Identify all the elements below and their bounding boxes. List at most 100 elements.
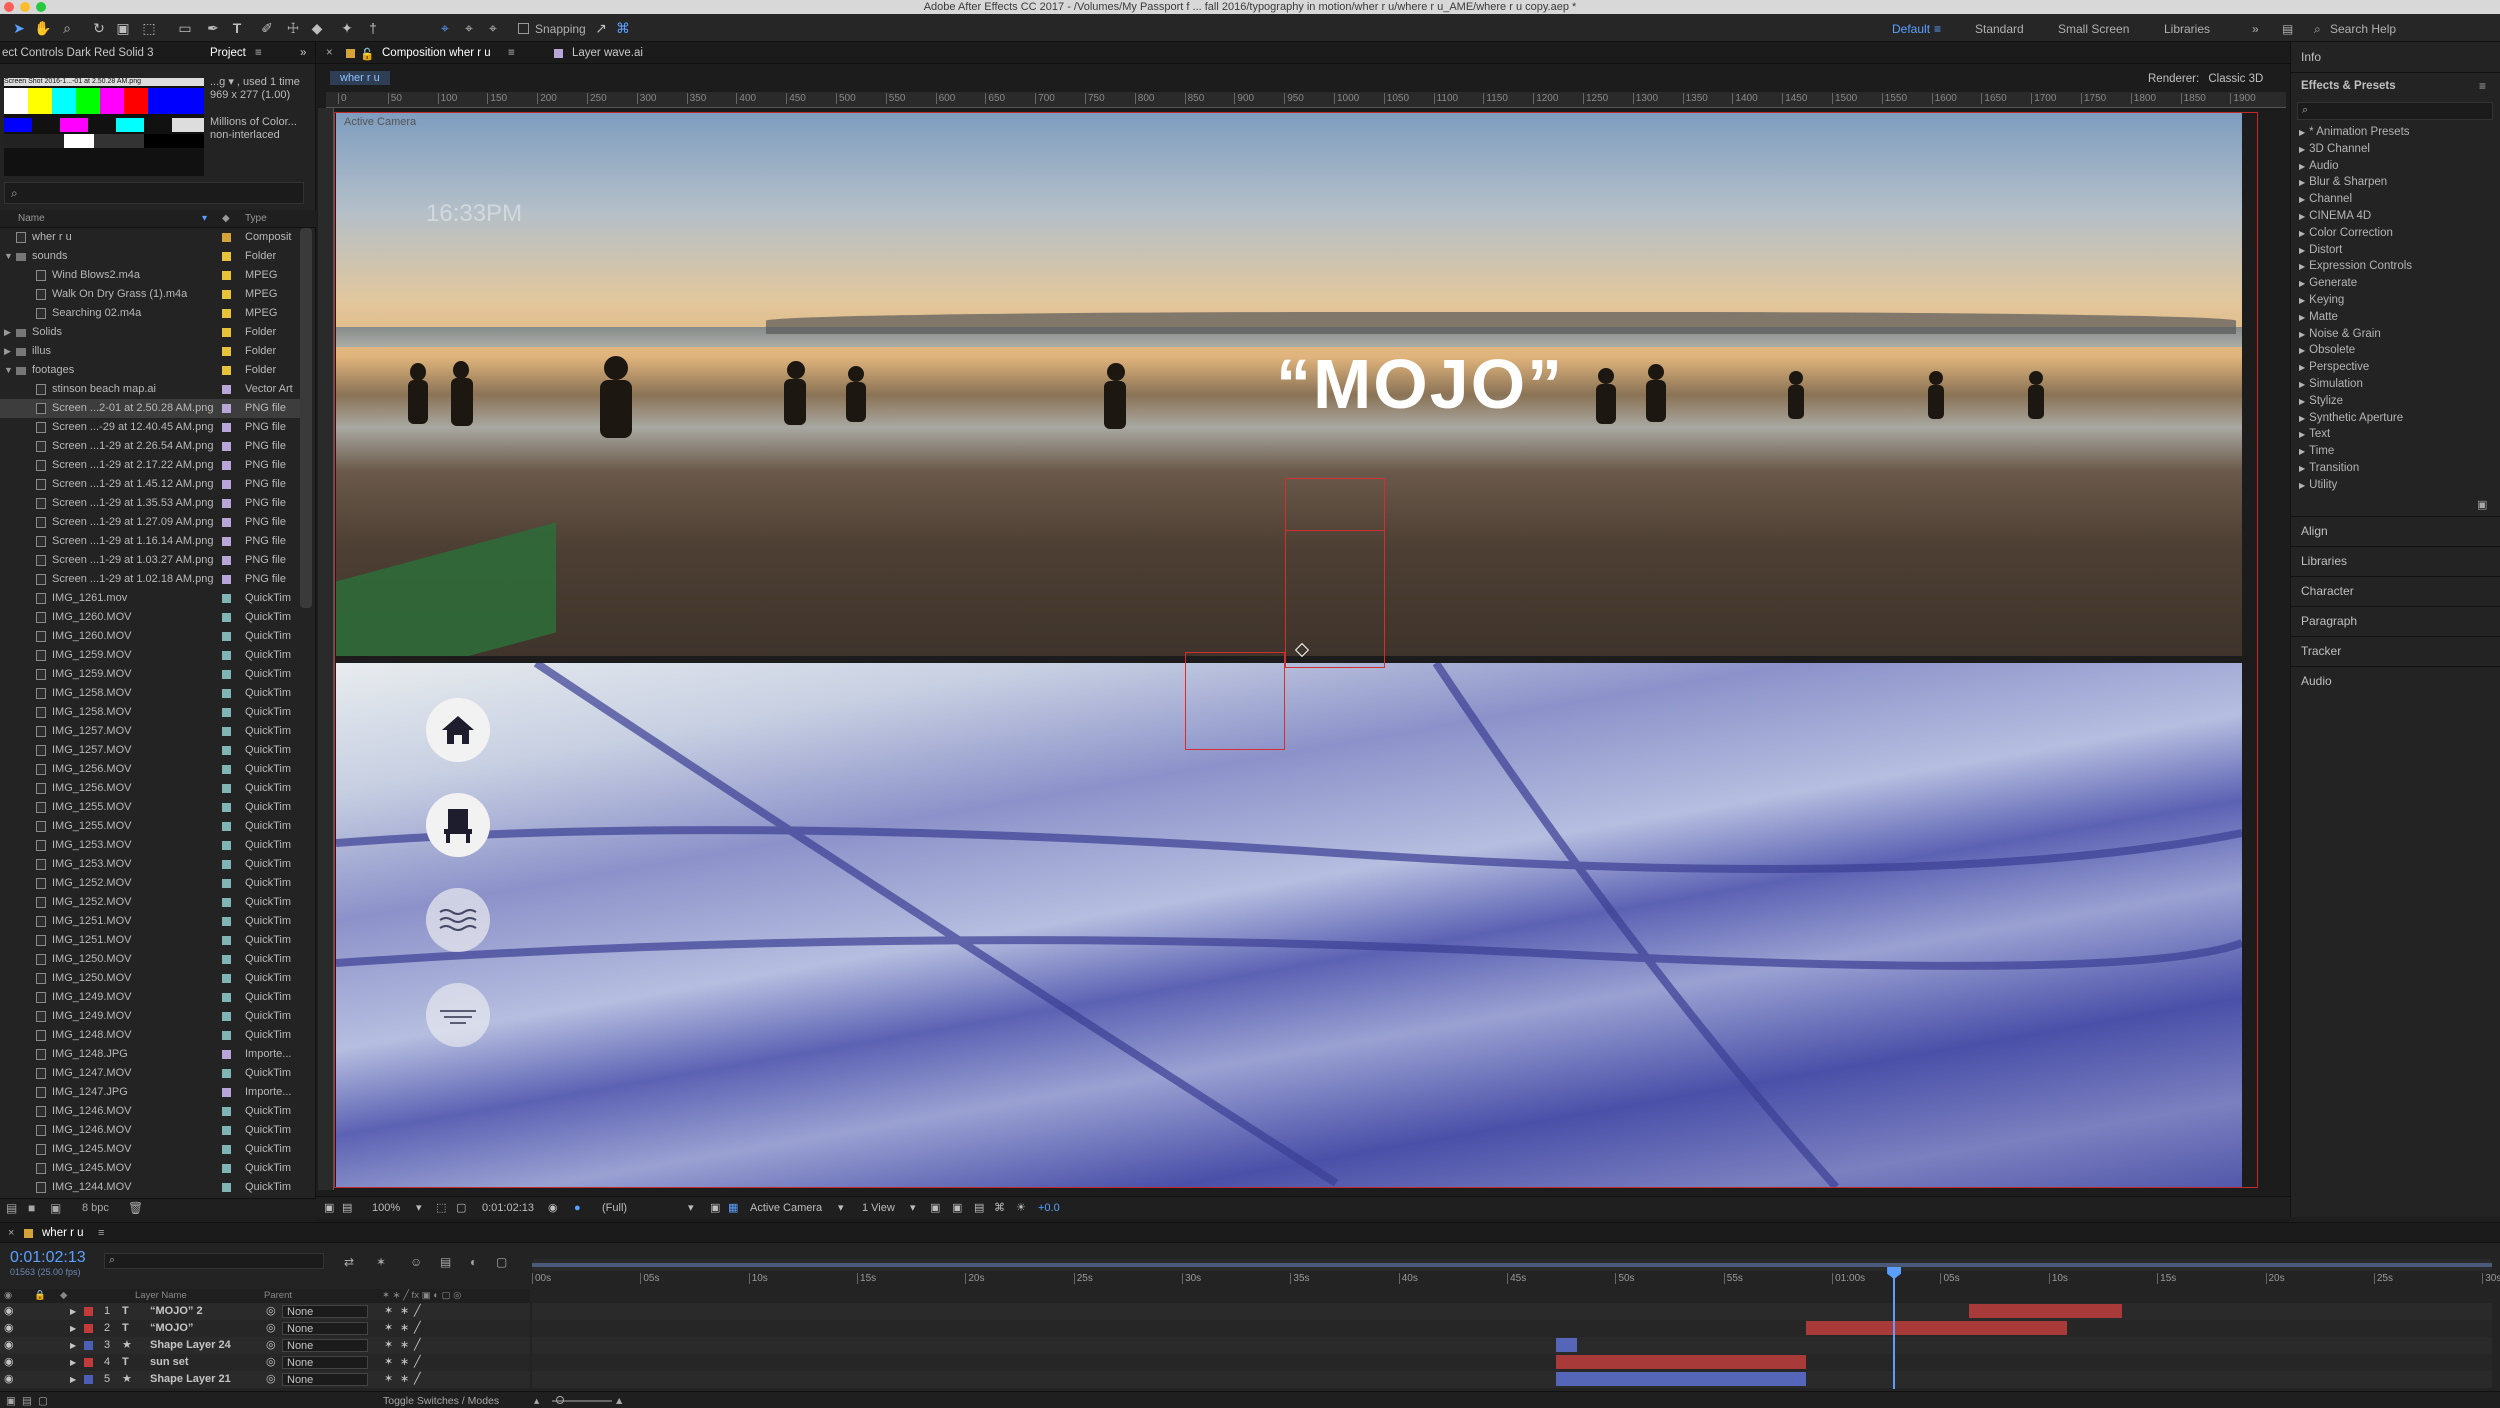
comp-mini-flowchart-icon[interactable]: ⇄: [344, 1255, 354, 1269]
label-color-swatch[interactable]: [222, 385, 231, 394]
snapshot-icon[interactable]: ◉: [548, 1197, 558, 1219]
project-item[interactable]: IMG_1246.MOV QuickTim: [0, 1102, 300, 1121]
lock-column-icon[interactable]: 🔒: [34, 1289, 46, 1303]
parent-pickwhip-icon[interactable]: ◎: [266, 1371, 276, 1388]
view-axis-icon[interactable]: ⌖: [484, 19, 502, 37]
label-color-swatch[interactable]: [222, 252, 231, 261]
label-color-swatch[interactable]: [222, 1126, 231, 1135]
label-color-swatch[interactable]: [222, 575, 231, 584]
snap-grid-icon[interactable]: ⌘: [614, 19, 632, 37]
project-item[interactable]: Screen ...1-29 at 1.03.27 AM.png PNG file: [0, 551, 300, 570]
label-color-swatch[interactable]: [222, 233, 231, 242]
panel-header[interactable]: Libraries: [2301, 554, 2347, 568]
layer-label-swatch[interactable]: [84, 1375, 93, 1384]
search-help-input[interactable]: Search Help: [2330, 22, 2396, 36]
project-item[interactable]: IMG_1256.MOV QuickTim: [0, 779, 300, 798]
type-tool-icon[interactable]: T: [228, 19, 246, 37]
always-preview-icon[interactable]: ▣: [324, 1197, 334, 1219]
shy-layers-icon[interactable]: ☺: [410, 1255, 422, 1269]
draft-3d-icon[interactable]: ✶: [376, 1255, 386, 1269]
effects-category[interactable]: ▶ CINEMA 4D: [2299, 210, 2371, 222]
tent-footage-layer[interactable]: [336, 663, 2242, 1187]
label-color-swatch[interactable]: [222, 765, 231, 774]
new-folder-icon[interactable]: ■: [28, 1201, 35, 1215]
expand-triangle-icon[interactable]: ▶: [2299, 481, 2305, 490]
project-item[interactable]: ▼ sounds Folder: [0, 247, 300, 266]
exposure-field[interactable]: +0.0: [1038, 1197, 1060, 1219]
workspace-menu-icon[interactable]: ≡: [1934, 22, 1941, 36]
puppet-pin-tool-icon[interactable]: †: [364, 19, 382, 37]
layer-duration-bar[interactable]: [1806, 1321, 2068, 1335]
visibility-eye-icon[interactable]: ◉: [4, 1337, 14, 1354]
label-color-swatch[interactable]: [222, 860, 231, 869]
project-item[interactable]: Screen ...1-29 at 2.26.54 AM.png PNG file: [0, 437, 300, 456]
collapse-switch-icon[interactable]: ✶: [384, 1337, 393, 1354]
reset-exposure-icon[interactable]: ☀: [1016, 1197, 1026, 1219]
layer-row[interactable]: ◉ ▶ 3 ★ Shape Layer 24 ◎ None ✶ ∗ ╱: [0, 1337, 530, 1354]
label-color-swatch[interactable]: [222, 613, 231, 622]
expand-triangle-icon[interactable]: ▼: [4, 361, 13, 380]
label-color-swatch[interactable]: [222, 347, 231, 356]
project-item[interactable]: IMG_1253.MOV QuickTim: [0, 836, 300, 855]
layer-label-swatch[interactable]: [84, 1341, 93, 1350]
resolution-chevron-icon[interactable]: ▾: [688, 1197, 694, 1219]
pan-behind-tool-icon[interactable]: ⬚: [140, 19, 158, 37]
expand-triangle-icon[interactable]: ▶: [2299, 346, 2305, 355]
label-color-swatch[interactable]: [222, 917, 231, 926]
timeline-search-input[interactable]: ⌕: [104, 1253, 324, 1269]
effects-menu-icon[interactable]: ≡: [2479, 79, 2486, 93]
in-out-stretch-icon[interactable]: ▢: [38, 1392, 48, 1408]
expand-triangle-icon[interactable]: ▶: [2299, 430, 2305, 439]
chair-icon[interactable]: [426, 793, 490, 857]
effect-switch-icon[interactable]: ╱: [414, 1354, 421, 1371]
project-item[interactable]: IMG_1257.MOV QuickTim: [0, 741, 300, 760]
effect-switch-icon[interactable]: ╱: [414, 1371, 421, 1388]
project-item[interactable]: IMG_1260.MOV QuickTim: [0, 627, 300, 646]
expand-triangle-icon[interactable]: ▶: [4, 323, 11, 342]
brush-tool-icon[interactable]: ✐: [258, 19, 276, 37]
panel-header[interactable]: Audio: [2301, 674, 2332, 688]
expand-triangle-icon[interactable]: ▶: [70, 1320, 76, 1337]
effects-presets-header[interactable]: Effects & Presets: [2301, 80, 2396, 92]
minimize-window-button[interactable]: [20, 2, 30, 12]
expand-triangle-icon[interactable]: ▶: [2299, 162, 2305, 171]
project-item[interactable]: IMG_1247.JPG Importe...: [0, 1083, 300, 1102]
new-composition-icon[interactable]: ▣: [50, 1201, 61, 1215]
project-item[interactable]: Screen ...1-29 at 2.17.22 AM.png PNG file: [0, 456, 300, 475]
expand-triangle-icon[interactable]: ▶: [2299, 447, 2305, 456]
effects-category[interactable]: ▶ Blur & Sharpen: [2299, 176, 2387, 188]
resolution-preview-icon[interactable]: ▤: [342, 1197, 352, 1219]
clone-stamp-tool-icon[interactable]: ☩: [284, 19, 302, 37]
playhead[interactable]: [1887, 1267, 1902, 1389]
label-color-swatch[interactable]: [222, 480, 231, 489]
label-color-swatch[interactable]: [222, 1183, 231, 1192]
effects-category[interactable]: ▶ Text: [2299, 428, 2330, 440]
label-color-swatch[interactable]: [222, 651, 231, 660]
project-item[interactable]: IMG_1244.MOV QuickTim: [0, 1178, 300, 1197]
eraser-tool-icon[interactable]: ◆: [308, 19, 326, 37]
project-item[interactable]: Screen ...-29 at 12.40.45 AM.png PNG file: [0, 418, 300, 437]
label-color-swatch[interactable]: [222, 632, 231, 641]
project-item[interactable]: Screen ...1-29 at 1.02.18 AM.png PNG file: [0, 570, 300, 589]
project-item[interactable]: IMG_1245.MOV QuickTim: [0, 1159, 300, 1178]
effects-category[interactable]: ▶ Perspective: [2299, 361, 2369, 373]
label-color-swatch[interactable]: [222, 1031, 231, 1040]
project-item[interactable]: Searching 02.m4a MPEG: [0, 304, 300, 323]
transparency-grid-icon[interactable]: ▦: [728, 1197, 738, 1219]
workspace-libraries[interactable]: Libraries: [2164, 22, 2210, 36]
label-color-swatch[interactable]: [222, 803, 231, 812]
tab-project[interactable]: Project: [210, 47, 246, 59]
effects-category[interactable]: ▶ Audio: [2299, 160, 2339, 172]
label-color-swatch[interactable]: [222, 404, 231, 413]
layer-row[interactable]: ◉ ▶ 1 T “MOJO” 2 ◎ None ✶ ∗ ╱: [0, 1303, 530, 1320]
label-color-swatch[interactable]: [222, 879, 231, 888]
label-color-swatch[interactable]: [222, 290, 231, 299]
column-header-name[interactable]: Name: [18, 210, 45, 228]
label-color-swatch[interactable]: [222, 974, 231, 983]
effects-category[interactable]: ▶ Color Correction: [2299, 227, 2393, 239]
expand-triangle-icon[interactable]: ▶: [2299, 279, 2305, 288]
label-column-icon[interactable]: ◆: [222, 210, 230, 228]
layer-row[interactable]: ◉ ▶ 4 Tsun set ◎ None ✶ ∗ ╱: [0, 1354, 530, 1371]
project-item[interactable]: IMG_1251.MOV QuickTim: [0, 931, 300, 950]
motion-blur-icon[interactable]: ◐: [470, 1255, 477, 1269]
